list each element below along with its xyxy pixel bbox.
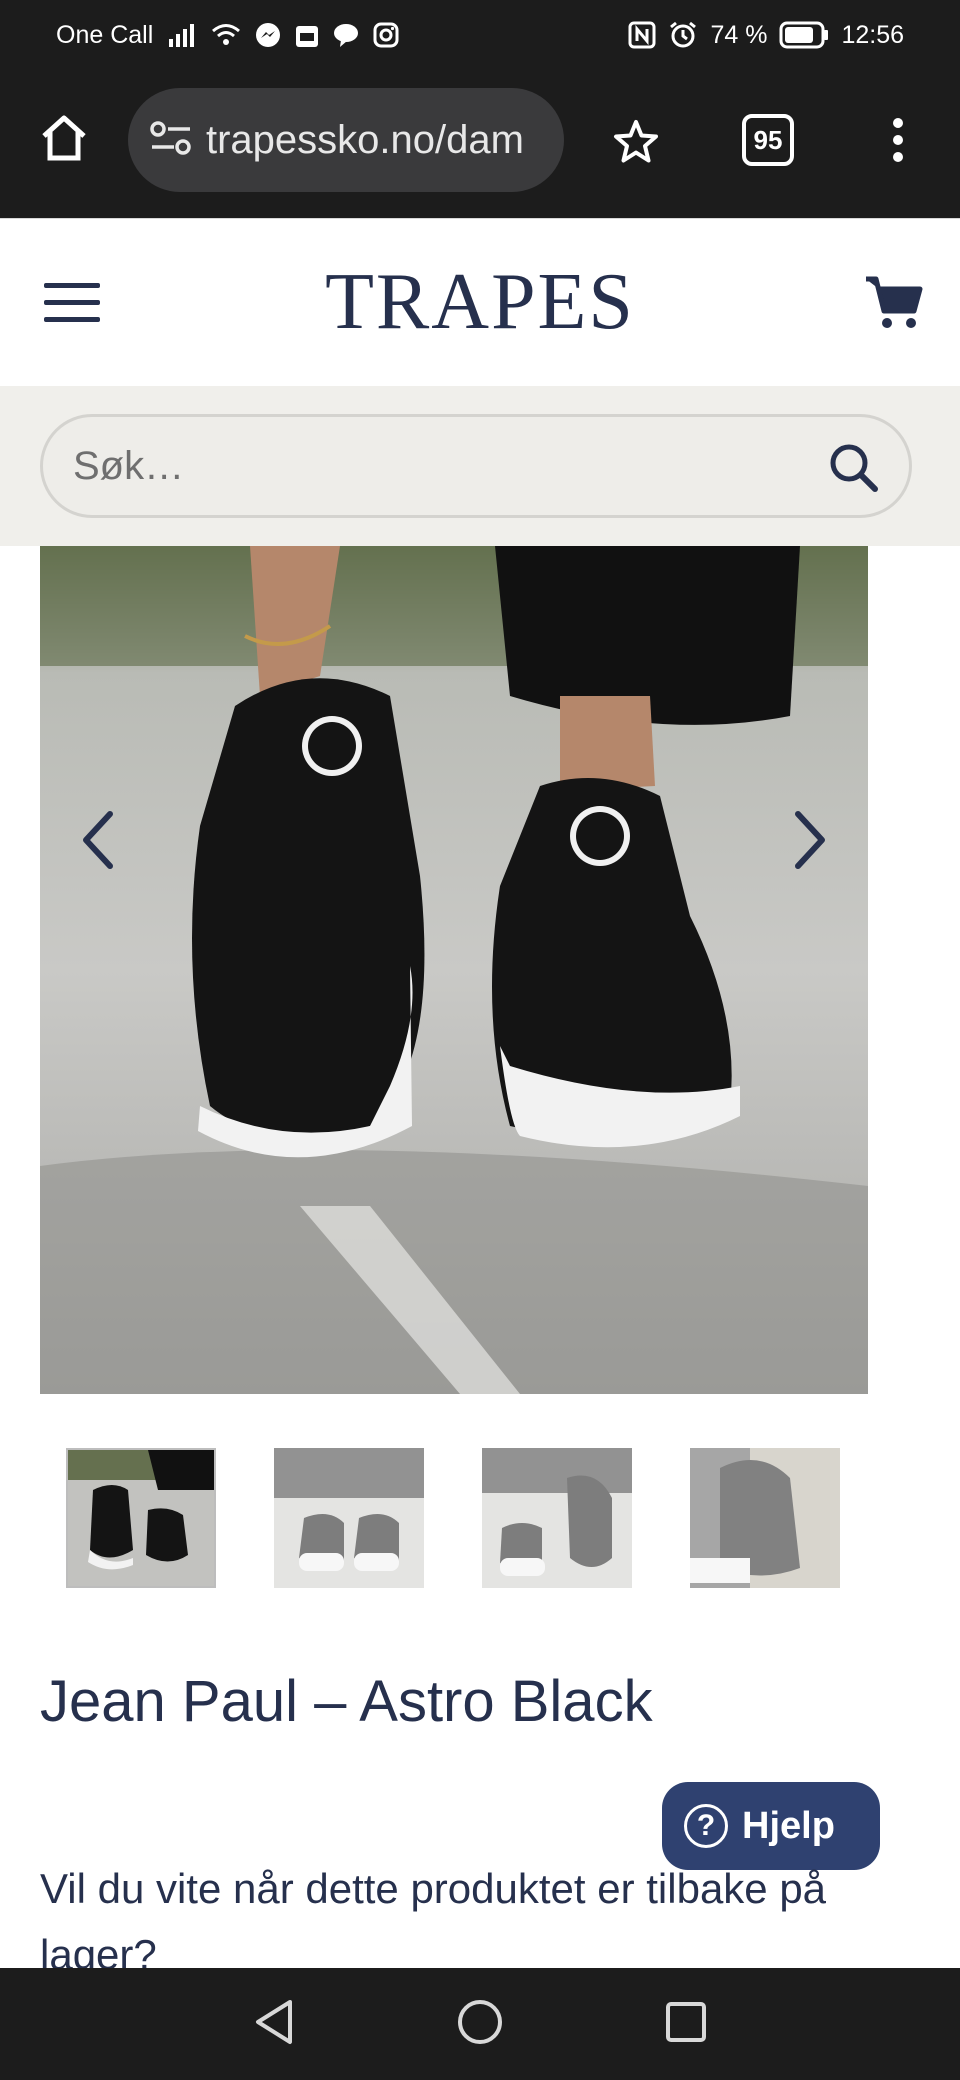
search-box	[40, 414, 912, 518]
address-bar[interactable]: trapessko.no/dam	[128, 88, 564, 192]
product-title: Jean Paul – Astro Black	[40, 1669, 653, 1734]
help-question-icon: ?	[684, 1804, 728, 1848]
help-label: Hjelp	[742, 1804, 835, 1847]
status-bar: One Call 74 % 12:56	[0, 0, 960, 70]
thumbnail-3[interactable]	[482, 1448, 632, 1588]
product-main-image[interactable]	[40, 546, 868, 1394]
battery-icon	[779, 21, 829, 49]
home-icon[interactable]	[36, 110, 92, 166]
tab-switcher-button[interactable]: 95	[742, 114, 794, 166]
back-nav-icon[interactable]	[252, 1998, 296, 2051]
system-navigation-bar	[0, 1968, 960, 2080]
search-section	[0, 386, 960, 546]
home-nav-icon[interactable]	[456, 1998, 504, 2051]
search-input[interactable]	[73, 443, 773, 489]
tab-count: 95	[753, 124, 783, 155]
url-text: trapessko.no/dam	[206, 117, 524, 162]
alarm-icon	[668, 20, 698, 50]
thumbnail-1[interactable]	[66, 1448, 216, 1588]
calendar-icon	[295, 22, 319, 48]
carrier-label: One Call	[56, 20, 154, 49]
cart-icon[interactable]	[864, 275, 924, 331]
more-menu-icon[interactable]	[878, 112, 918, 168]
messenger-icon	[255, 22, 281, 48]
recents-nav-icon[interactable]	[664, 2000, 708, 2049]
bookmark-star-icon[interactable]	[608, 114, 664, 170]
thumbnail-strip	[0, 1448, 960, 1588]
nfc-icon	[628, 21, 656, 49]
thumbnail-4[interactable]	[690, 1448, 840, 1588]
chat-icon	[333, 22, 359, 48]
battery-percent: 74 %	[710, 20, 768, 49]
browser-toolbar: trapessko.no/dam 95	[0, 70, 960, 218]
search-icon[interactable]	[827, 441, 879, 498]
previous-image-arrow[interactable]	[68, 800, 128, 880]
site-settings-icon[interactable]	[150, 120, 192, 161]
clock: 12:56	[841, 20, 904, 49]
instagram-icon	[373, 22, 399, 48]
next-image-arrow[interactable]	[780, 800, 840, 880]
wifi-icon	[211, 23, 241, 47]
thumbnail-2[interactable]	[274, 1448, 424, 1588]
signal-icon	[167, 23, 197, 47]
site-logo[interactable]: TRAPES	[0, 257, 960, 348]
site-header: TRAPES	[0, 218, 960, 386]
